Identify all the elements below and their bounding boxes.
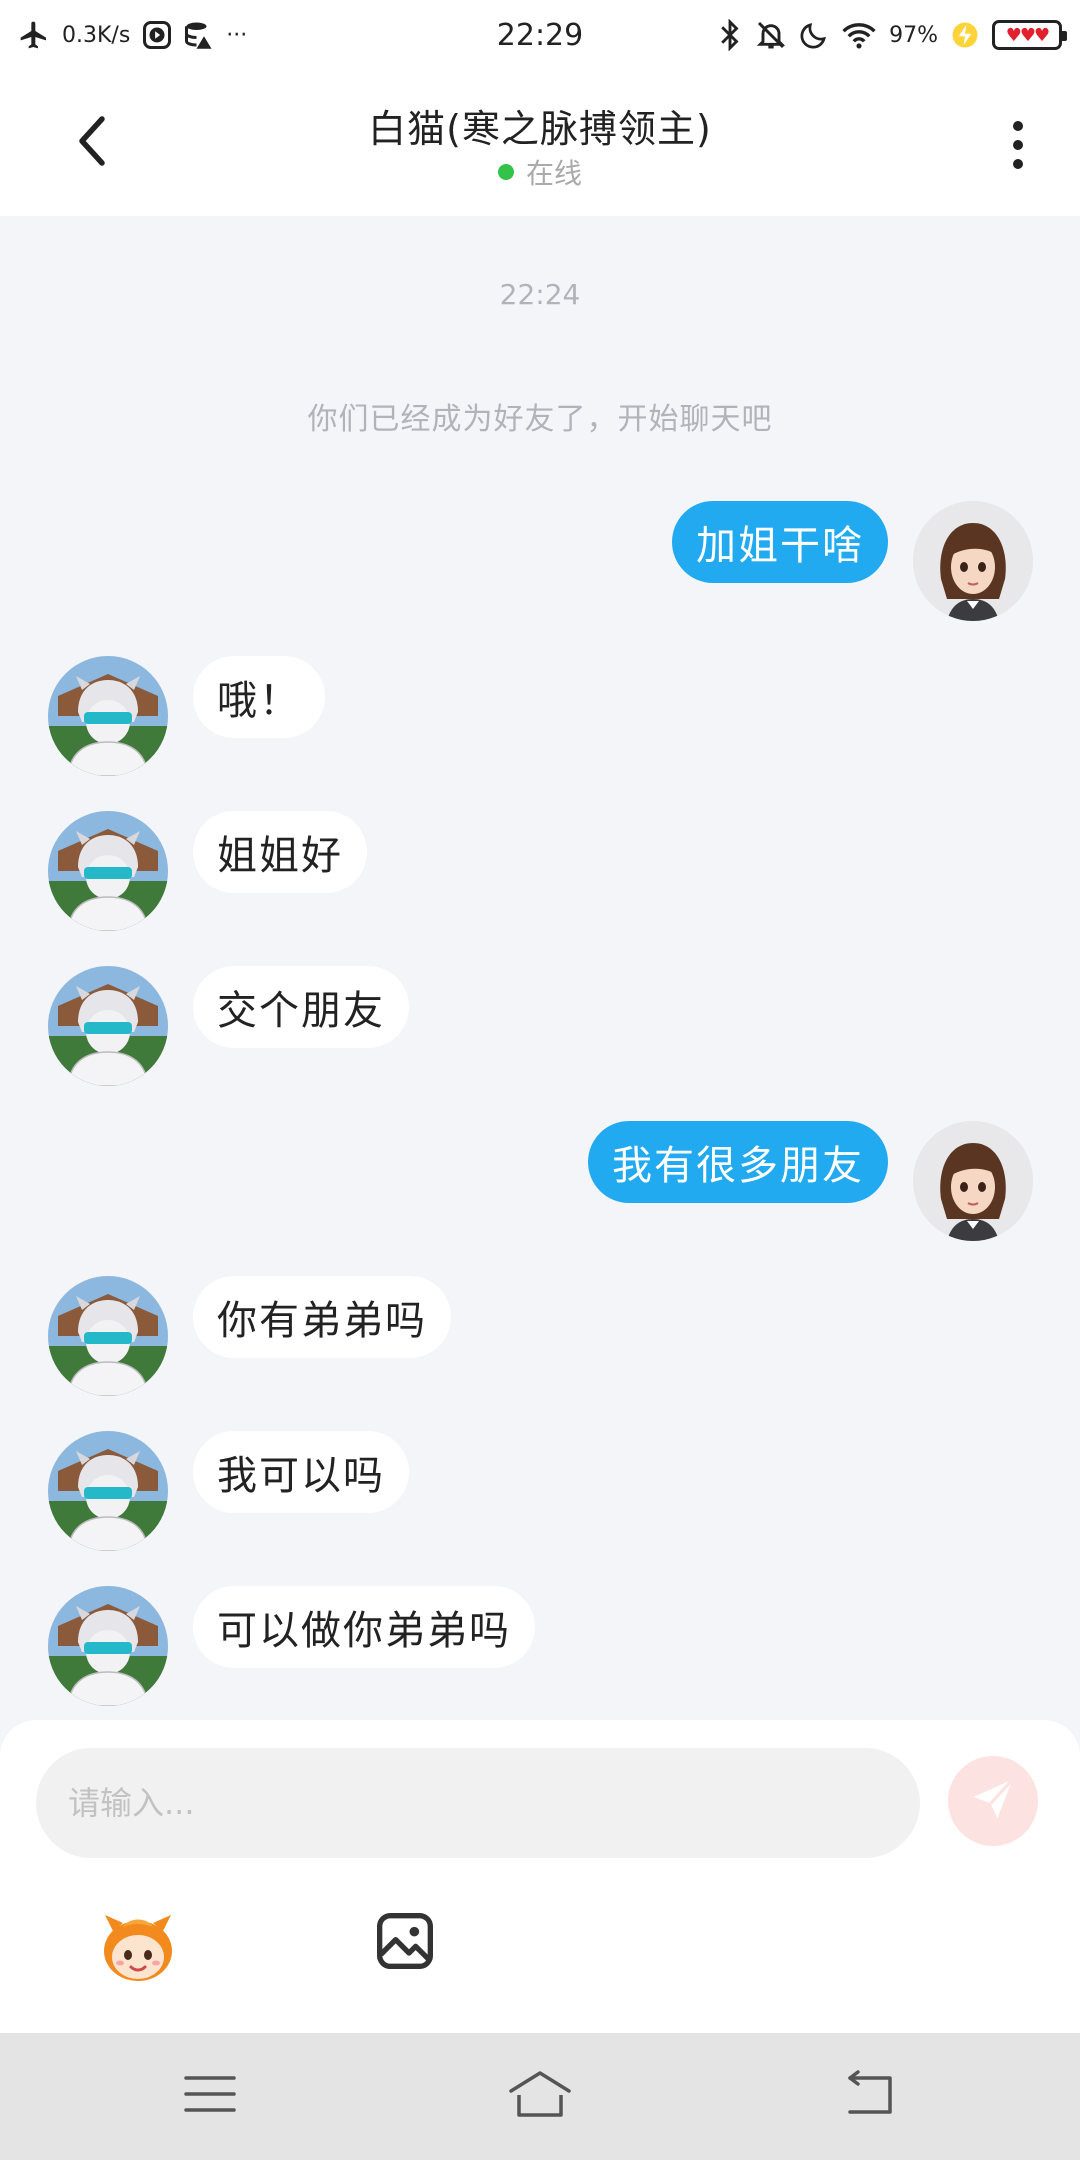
white-cat-avatar-icon (48, 1586, 168, 1706)
message-row: 你有弟弟吗 (0, 1276, 1080, 1396)
bluetooth-icon (717, 19, 743, 51)
home-icon (505, 2069, 575, 2123)
image-button[interactable] (370, 1908, 440, 1978)
sticker-button[interactable] (90, 1900, 186, 1996)
white-cat-avatar-icon (48, 1431, 168, 1551)
contact-message-bubble[interactable]: 哦！ (193, 656, 325, 738)
network-speed: 0.3K/s (62, 22, 131, 48)
menu-icon (182, 2072, 238, 2120)
status-bar: 0.3K/s ··· 22:29 97% ♥♥♥ (0, 0, 1080, 70)
send-icon (967, 1773, 1019, 1829)
back-icon (840, 2070, 900, 2122)
my-message-bubble[interactable]: 我有很多朋友 (588, 1121, 888, 1203)
home-button[interactable] (500, 2061, 580, 2131)
status-bar-left: 0.3K/s ··· (18, 19, 247, 51)
recent-apps-button[interactable] (170, 2061, 250, 2131)
image-icon (373, 1909, 437, 1977)
system-nav-bar (0, 2033, 1080, 2160)
girl-avatar-icon (913, 1121, 1033, 1241)
contact-message-bubble[interactable]: 可以做你弟弟吗 (193, 1586, 535, 1668)
message-row: 交个朋友 (0, 966, 1080, 1086)
contact-avatar[interactable] (48, 656, 168, 776)
my-avatar[interactable] (913, 1121, 1033, 1241)
message-row: 哦！ (0, 656, 1080, 776)
contact-avatar[interactable] (48, 1276, 168, 1396)
message-composer (0, 1720, 1080, 2033)
battery-icon: ♥♥♥ (992, 20, 1067, 50)
white-cat-avatar-icon (48, 1276, 168, 1396)
send-button[interactable] (948, 1756, 1038, 1846)
moon-icon (799, 20, 829, 50)
message-row: 我有很多朋友 (0, 1121, 1080, 1241)
online-status-label: 在线 (525, 157, 582, 190)
online-status: 在线 (0, 152, 1080, 192)
kebab-dot (1013, 121, 1023, 131)
my-message-bubble[interactable]: 加姐干啥 (672, 501, 888, 583)
message-row: 可以做你弟弟吗 (0, 1586, 1080, 1706)
contact-message-bubble[interactable]: 交个朋友 (193, 966, 409, 1048)
more-notifications: ··· (226, 22, 248, 48)
contact-avatar[interactable] (48, 1431, 168, 1551)
contact-avatar[interactable] (48, 1586, 168, 1706)
contact-avatar[interactable] (48, 966, 168, 1086)
system-message: 你们已经成为好友了，开始聊天吧 (307, 402, 773, 437)
message-row: 我可以吗 (0, 1431, 1080, 1551)
chat-header: 白猫(寒之脉搏领主) 在线 (0, 70, 1080, 216)
white-cat-avatar-icon (48, 656, 168, 776)
online-dot-icon (497, 164, 514, 180)
white-cat-avatar-icon (48, 966, 168, 1086)
mute-bell-icon (755, 19, 787, 51)
chat-messages[interactable]: 22:24 你们已经成为好友了，开始聊天吧 加姐干啥 哦！ 姐姐好 交个朋友 我… (0, 216, 1080, 1720)
more-options-button[interactable] (998, 110, 1038, 180)
kebab-dot (1013, 159, 1023, 169)
play-icon (142, 20, 172, 50)
back-nav-button[interactable] (830, 2061, 910, 2131)
message-input[interactable] (36, 1748, 920, 1858)
contact-name: 白猫(寒之脉搏领主) (368, 107, 712, 151)
white-cat-avatar-icon (48, 811, 168, 931)
contact-message-bubble[interactable]: 你有弟弟吗 (193, 1276, 451, 1358)
wifi-icon (841, 20, 877, 50)
contact-message-bubble[interactable]: 姐姐好 (193, 811, 367, 893)
contact-message-bubble[interactable]: 我可以吗 (193, 1431, 409, 1513)
my-avatar[interactable] (913, 501, 1033, 621)
kebab-dot (1013, 140, 1023, 150)
charging-icon (950, 20, 980, 50)
message-row: 姐姐好 (0, 811, 1080, 931)
sticker-icon (93, 1901, 183, 1995)
message-row: 加姐干啥 (0, 501, 1080, 621)
status-bar-right: 97% ♥♥♥ (717, 19, 1067, 51)
girl-avatar-icon (913, 501, 1033, 621)
contact-avatar[interactable] (48, 811, 168, 931)
airplane-icon (18, 19, 50, 51)
data-icon (184, 20, 214, 50)
battery-percent: 97% (889, 22, 938, 48)
message-timestamp: 22:24 (499, 278, 581, 311)
